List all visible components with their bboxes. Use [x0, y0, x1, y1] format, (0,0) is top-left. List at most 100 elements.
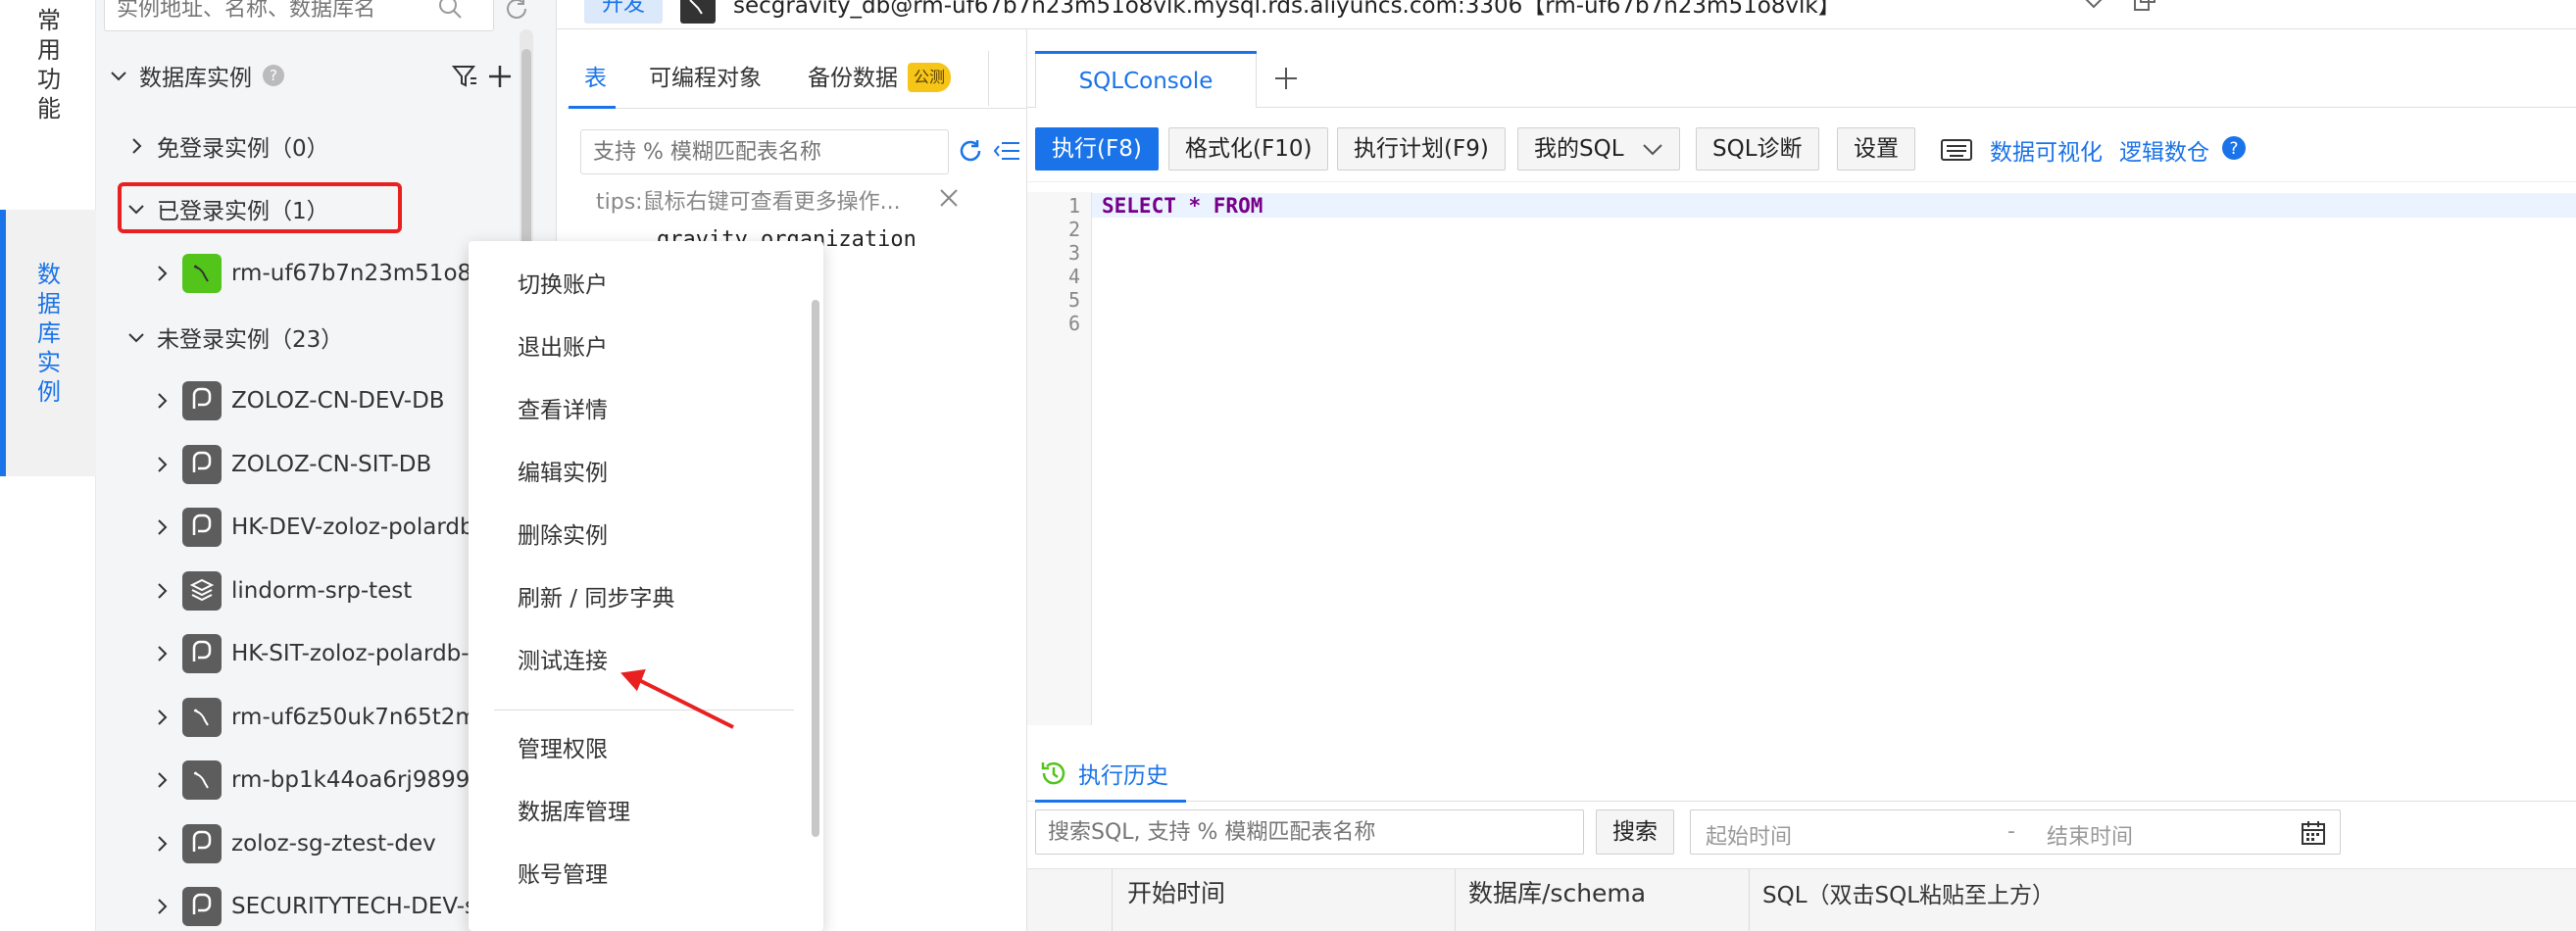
line-number: 4: [1068, 265, 1081, 288]
mysql-icon: [182, 254, 222, 293]
close-icon[interactable]: [937, 186, 961, 210]
instance-label: zoloz-sg-ztest-dev: [231, 830, 436, 857]
filter-icon[interactable]: [451, 63, 478, 90]
table-search-box[interactable]: [580, 129, 949, 174]
run-button[interactable]: 执行(F8): [1035, 127, 1159, 171]
connection-string[interactable]: secgravity_db@rm-uf67b7n23m51o8vlk.mysql…: [733, 0, 1841, 20]
chevron-right-icon[interactable]: [151, 263, 173, 284]
instance-search-box[interactable]: [104, 0, 494, 31]
chevron-down-icon[interactable]: [2082, 0, 2105, 14]
column-separator: [1749, 868, 1750, 931]
column-separator: [1112, 868, 1113, 931]
menu-item[interactable]: 切换账户: [518, 270, 608, 300]
tab-backup-data[interactable]: 备份数据: [808, 51, 898, 106]
chevron-right-icon[interactable]: [151, 707, 173, 728]
calendar-icon[interactable]: [2300, 819, 2327, 847]
chevron-down-icon[interactable]: [108, 65, 129, 86]
menu-scrollbar[interactable]: [812, 300, 819, 837]
col-start-time[interactable]: 开始时间: [1127, 874, 1225, 909]
rail-active-indicator: [0, 210, 6, 476]
chevron-right-icon[interactable]: [125, 135, 147, 157]
tab-sqlconsole[interactable]: SQLConsole: [1035, 51, 1257, 108]
data-visualize-link[interactable]: 数据可视化: [1990, 133, 2103, 167]
tab-programmable-objects[interactable]: 可编程对象: [649, 51, 762, 106]
refresh-icon[interactable]: [502, 0, 531, 24]
line-number: 3: [1068, 241, 1081, 265]
object-tabbar-divider: [567, 108, 1027, 109]
chevron-right-icon[interactable]: [151, 896, 173, 917]
group-free-login[interactable]: 免登录实例（0）: [125, 122, 329, 171]
tree-instance-item[interactable]: HK-SIT-zoloz-polardb-c: [151, 629, 481, 678]
chevron-right-icon[interactable]: [151, 516, 173, 538]
instance-search-input[interactable]: [117, 0, 430, 24]
help-icon[interactable]: ?: [2221, 135, 2247, 161]
group-free-login-label: 免登录实例（0）: [157, 136, 329, 162]
menu-item[interactable]: 退出账户: [518, 333, 608, 363]
menu-item[interactable]: 删除实例: [518, 521, 608, 551]
menu-item[interactable]: 数据库管理: [518, 798, 630, 827]
tab-tables[interactable]: 表: [584, 51, 607, 106]
history-search-button[interactable]: 搜索: [1596, 809, 1674, 855]
settings-button[interactable]: 设置: [1837, 127, 1915, 171]
tree-instance-item[interactable]: zoloz-sg-ztest-dev: [151, 819, 436, 868]
chevron-down-icon[interactable]: [1641, 139, 1664, 161]
start-time-input[interactable]: 起始时间: [1706, 819, 1792, 851]
chevron-right-icon[interactable]: [151, 643, 173, 664]
menu-item[interactable]: 查看详情: [518, 396, 608, 425]
group-not-logged-in[interactable]: 未登录实例（23）: [125, 313, 343, 362]
chevron-right-icon[interactable]: [151, 580, 173, 602]
beta-badge: 公测: [908, 63, 952, 92]
chevron-right-icon[interactable]: [151, 390, 173, 412]
tab-active-underline: [569, 106, 616, 109]
table-search-input[interactable]: [593, 136, 936, 168]
add-tab-icon[interactable]: [1272, 65, 1300, 92]
tree-instance-item[interactable]: lindorm-srp-test: [151, 566, 412, 615]
keyboard-icon[interactable]: [1941, 137, 1972, 163]
logic-warehouse-link[interactable]: 逻辑数仓: [2119, 133, 2209, 167]
help-icon[interactable]: ?: [262, 64, 285, 87]
menu-item[interactable]: 账号管理: [518, 860, 608, 890]
menu-item[interactable]: 编辑实例: [518, 459, 608, 488]
line-number: 1: [1068, 194, 1081, 218]
end-time-input[interactable]: 结束时间: [2047, 819, 2133, 851]
line-number: 5: [1068, 288, 1081, 312]
format-button[interactable]: 格式化(F10): [1168, 127, 1329, 171]
col-sql[interactable]: SQL（双击SQL粘贴至上方）: [1762, 876, 2055, 909]
annotation-arrow: [620, 668, 734, 729]
rail-item-common[interactable]: 常用功能: [29, 6, 69, 123]
instance-label: rm-uf67b7n23m51o8vl: [231, 261, 492, 286]
history-search-input[interactable]: [1048, 816, 1567, 848]
tree-instance-item[interactable]: rm-uf6z50uk7n65t2m67: [151, 693, 506, 742]
tree-instance-item[interactable]: SECURITYTECH-DEV-s: [151, 882, 476, 931]
tree-instance-item[interactable]: rm-uf67b7n23m51o8vl: [151, 249, 491, 298]
editor-gutter: [1027, 192, 1092, 725]
tree-instance-item[interactable]: ZOLOZ-CN-DEV-DB: [151, 376, 445, 425]
tree-instance-item[interactable]: ZOLOZ-CN-SIT-DB: [151, 440, 431, 489]
copy-icon[interactable]: [2131, 0, 2158, 14]
chevron-right-icon[interactable]: [151, 454, 173, 475]
menu-item[interactable]: 管理权限: [518, 735, 608, 764]
sql-diagnose-button[interactable]: SQL诊断: [1696, 127, 1819, 171]
polardb-icon: [182, 508, 222, 547]
env-tag[interactable]: 开发: [584, 0, 663, 24]
add-icon[interactable]: [486, 63, 514, 90]
connection-icon: [680, 0, 716, 24]
list-collapse-icon[interactable]: [992, 137, 1021, 165]
chevron-down-icon[interactable]: [125, 326, 147, 348]
refresh-icon[interactable]: [957, 137, 984, 165]
code-line[interactable]: SELECT * FROM: [1102, 194, 1263, 218]
col-database-schema[interactable]: 数据库/schema: [1468, 874, 1646, 909]
chevron-right-icon[interactable]: [151, 769, 173, 791]
chevron-right-icon[interactable]: [151, 833, 173, 855]
rail-item-db-instances[interactable]: 数据库实例: [29, 260, 69, 407]
tab-execution-history[interactable]: 执行历史: [1039, 757, 1168, 790]
history-search-box[interactable]: [1035, 809, 1584, 855]
group-not-logged-in-label: 未登录实例（23）: [157, 327, 344, 353]
tree-instance-item[interactable]: rm-bp1k44oa6rj989918: [151, 756, 499, 805]
menu-item[interactable]: 测试连接: [518, 647, 608, 676]
search-icon[interactable]: [436, 0, 464, 21]
tree-instance-item[interactable]: HK-DEV-zoloz-polardb: [151, 503, 474, 552]
explain-plan-button[interactable]: 执行计划(F9): [1337, 127, 1506, 171]
editor-active-line: [1092, 193, 2576, 218]
menu-item[interactable]: 刷新 / 同步字典: [518, 584, 674, 613]
